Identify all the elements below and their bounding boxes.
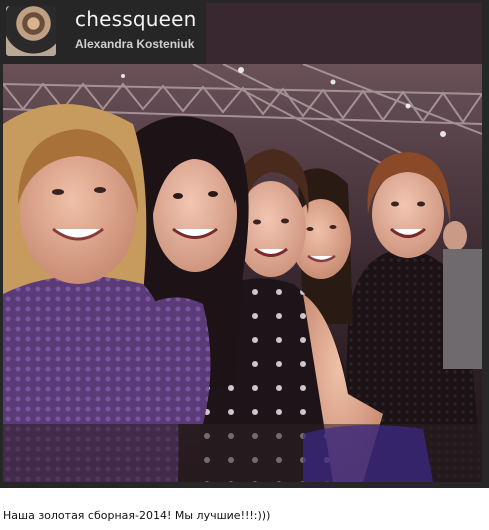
post-header: chessqueen Alexandra Kosteniuk [0,0,206,64]
full-name: Alexandra Kosteniuk [75,37,195,51]
avatar[interactable] [6,6,56,56]
header-banner [206,3,482,64]
post-card: chessqueen Alexandra Kosteniuk [0,0,489,488]
post-photo[interactable] [3,64,482,482]
username[interactable]: chessqueen [75,7,196,31]
post-caption: Наша золотая сборная-2014! Мы лучшие!!!:… [3,509,271,522]
group-selfie-photo [3,64,482,482]
